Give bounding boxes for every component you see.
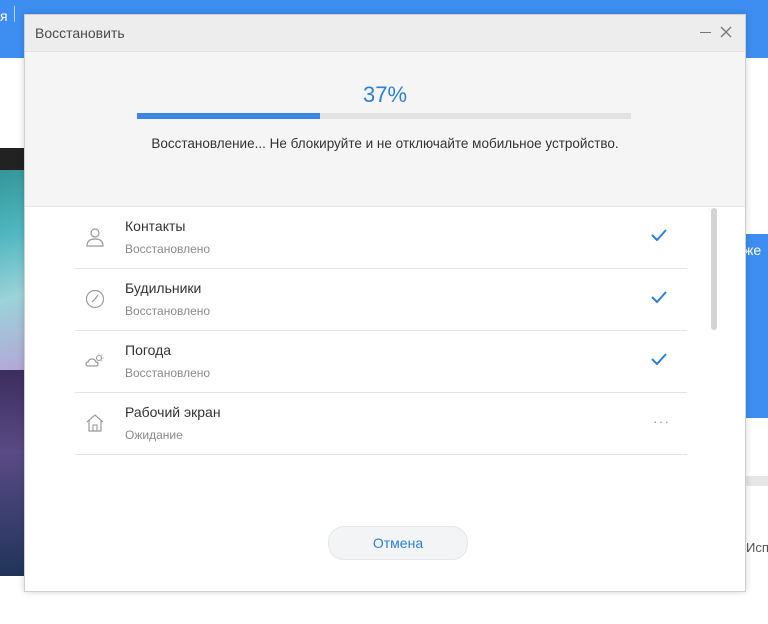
weather-icon bbox=[85, 353, 104, 367]
item-status: Ожидание bbox=[125, 428, 183, 442]
list-scrollbar[interactable] bbox=[711, 208, 717, 330]
minimize-icon bbox=[700, 32, 711, 33]
item-name: Погода bbox=[125, 342, 172, 358]
contact-icon bbox=[86, 228, 104, 247]
home-icon bbox=[86, 414, 104, 432]
list-item-alarms: Будильники Восстановлено bbox=[75, 269, 687, 331]
item-name: Контакты bbox=[125, 218, 186, 234]
background-header-text: я bbox=[0, 8, 8, 24]
progress-section: 37% Восстановление... Не блокируйте и не… bbox=[25, 52, 745, 207]
item-status: Восстановлено bbox=[125, 366, 211, 380]
checkmark-icon bbox=[651, 229, 667, 241]
background-header-divider bbox=[14, 6, 15, 22]
list-item-contacts: Контакты Восстановлено bbox=[75, 207, 687, 269]
item-name: Рабочий экран bbox=[125, 404, 221, 420]
list-item-home-screen: Рабочий экран Ожидание ··· bbox=[75, 393, 687, 455]
item-status: Восстановлено bbox=[125, 242, 211, 256]
checkmark-icon bbox=[651, 353, 667, 365]
close-icon bbox=[720, 26, 732, 38]
background-label: Исп bbox=[746, 540, 768, 555]
background-action-panel bbox=[744, 234, 768, 418]
pending-dots-icon: ··· bbox=[653, 413, 670, 429]
background-panel-text: же bbox=[744, 242, 762, 258]
cancel-button[interactable]: Отмена bbox=[328, 526, 468, 560]
close-button[interactable] bbox=[715, 21, 737, 43]
progress-percent: 37% bbox=[362, 82, 408, 107]
minimize-button[interactable] bbox=[695, 21, 717, 43]
progress-bar bbox=[137, 113, 631, 119]
restore-dialog: Восстановить 37% Восстановление... Не бл… bbox=[24, 14, 746, 592]
dialog-titlebar: Восстановить bbox=[25, 15, 745, 52]
dialog-title: Восстановить bbox=[35, 25, 125, 41]
item-name: Будильники bbox=[125, 280, 202, 296]
item-status: Восстановлено bbox=[125, 304, 211, 318]
progress-bar-fill bbox=[137, 113, 320, 119]
list-item-weather: Погода Восстановлено bbox=[75, 331, 687, 393]
restore-items-list: Контакты Восстановлено Будильники Восста… bbox=[75, 207, 687, 455]
background-divider bbox=[744, 476, 768, 486]
checkmark-icon bbox=[651, 291, 667, 303]
alarm-icon bbox=[85, 289, 105, 309]
progress-status-text: Восстановление... Не блокируйте и не отк… bbox=[151, 136, 619, 151]
